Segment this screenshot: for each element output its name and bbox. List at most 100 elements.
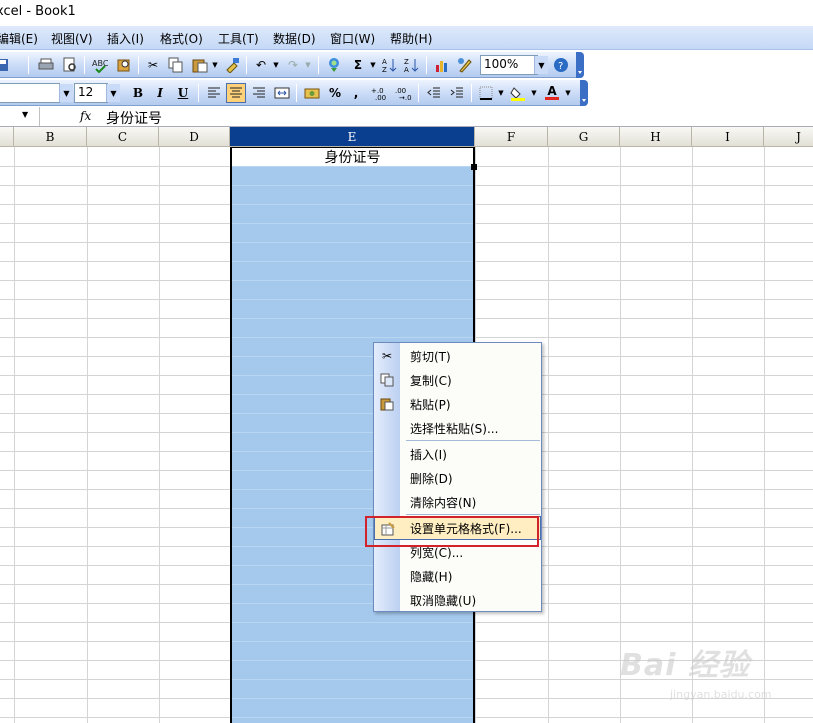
borders-icon[interactable] [476, 83, 496, 103]
paste-icon[interactable] [190, 55, 210, 75]
help-icon[interactable]: ? [551, 55, 571, 75]
column-header-a[interactable] [0, 127, 14, 147]
formula-input[interactable]: 身份证号 [106, 108, 162, 128]
menu-item-clear-contents[interactable]: 清除内容(N) [374, 490, 541, 514]
toolbar-options-icon[interactable] [580, 80, 588, 106]
redo-dropdown-icon: ▼ [305, 61, 311, 69]
undo-icon[interactable]: ↶ [251, 55, 271, 75]
column-header-b[interactable]: B [14, 127, 87, 147]
menu-insert[interactable]: 插入(I) [107, 30, 144, 47]
selected-column-row-line [232, 261, 473, 262]
active-cell-e1[interactable]: 身份证号 [232, 147, 473, 166]
chart-wizard-icon[interactable] [432, 55, 452, 75]
menu-item-unhide[interactable]: 取消隐藏(U) [374, 588, 541, 612]
decrease-decimal-icon[interactable]: .00 →.0 [394, 83, 414, 103]
column-header-h[interactable]: H [620, 127, 692, 147]
menu-item-cut[interactable]: ✂ 剪切(T) [374, 344, 541, 368]
font-size-dropdown-icon[interactable]: ▼ [106, 84, 120, 102]
menu-item-paste[interactable]: 粘贴(P) [374, 392, 541, 416]
print-icon[interactable] [36, 55, 56, 75]
column-header-i[interactable]: I [692, 127, 764, 147]
font-color-icon[interactable]: A [542, 83, 562, 103]
context-menu-separator [406, 514, 540, 515]
sort-descending-icon[interactable]: ZA [402, 55, 422, 75]
menu-item-hide[interactable]: 隐藏(H) [374, 564, 541, 588]
sort-ascending-icon[interactable]: AZ [380, 55, 400, 75]
spelling-icon[interactable]: ABC [90, 55, 110, 75]
column-header-j[interactable]: J [764, 127, 813, 147]
copy-icon[interactable] [166, 55, 186, 75]
zoom-combobox[interactable]: 100% [480, 55, 538, 75]
name-box-dropdown-icon[interactable]: ▼ [22, 110, 28, 119]
menu-item-paste-special[interactable]: 选择性粘贴(S)... [374, 416, 541, 440]
italic-button[interactable]: I [150, 83, 170, 103]
menu-item-copy[interactable]: 复制(C) [374, 368, 541, 392]
watermark-logo: Bai 经验 [620, 648, 750, 683]
selected-column-row-line [232, 337, 473, 338]
paste-dropdown-icon[interactable]: ▼ [211, 57, 219, 73]
menu-help[interactable]: 帮助(H) [390, 30, 432, 47]
currency-icon[interactable] [302, 83, 322, 103]
insert-function-icon[interactable]: fx [80, 109, 91, 123]
align-center-icon[interactable] [226, 83, 246, 103]
column-header-c[interactable]: C [87, 127, 159, 147]
menu-edit[interactable]: 编辑(E) [0, 30, 38, 47]
comma-style-button[interactable]: , [346, 83, 366, 103]
selected-column-row-line [232, 185, 473, 186]
font-color-dropdown-icon[interactable]: ▼ [564, 85, 572, 101]
format-painter-icon[interactable] [222, 55, 242, 75]
svg-text:A: A [382, 58, 387, 66]
menu-item-delete[interactable]: 删除(D) [374, 466, 541, 490]
name-box[interactable]: ▼ [0, 107, 40, 126]
fill-color-icon[interactable] [508, 83, 528, 103]
fill-handle[interactable] [471, 164, 477, 170]
percent-style-button[interactable]: % [325, 83, 345, 103]
menu-item-insert[interactable]: 插入(I) [374, 442, 541, 466]
menu-format[interactable]: 格式(O) [160, 30, 203, 47]
zoom-dropdown-icon[interactable]: ▼ [534, 56, 548, 74]
svg-text:Z: Z [404, 58, 409, 66]
selected-column-row-line [232, 299, 473, 300]
column-header-f[interactable]: F [475, 127, 548, 147]
fill-color-dropdown-icon[interactable]: ▼ [530, 85, 538, 101]
svg-text:Z: Z [382, 66, 387, 73]
menu-tools[interactable]: 工具(T) [218, 30, 259, 47]
increase-decimal-icon[interactable]: +.0.00 [370, 83, 390, 103]
font-size-combobox[interactable]: 12 [74, 83, 108, 103]
toolbar-options-icon[interactable] [576, 52, 584, 78]
menu-item-label: 插入(I) [410, 448, 447, 462]
drawing-icon[interactable] [455, 55, 475, 75]
undo-dropdown-icon[interactable]: ▼ [272, 57, 280, 73]
decrease-indent-icon[interactable] [424, 83, 444, 103]
save-icon[interactable] [0, 55, 12, 75]
cut-icon[interactable]: ✂ [143, 55, 163, 75]
underline-button[interactable]: U [173, 83, 193, 103]
menu-item-label: 选择性粘贴(S)... [410, 422, 499, 436]
toolbar-separator [28, 56, 29, 74]
menu-window[interactable]: 窗口(W) [330, 30, 375, 47]
selected-column-row-line [232, 698, 473, 699]
menu-data[interactable]: 数据(D) [273, 30, 316, 47]
merge-center-icon[interactable] [272, 83, 292, 103]
autosum-icon[interactable]: Σ [348, 55, 368, 75]
menu-item-label: 清除内容(N) [410, 496, 477, 510]
column-header-d[interactable]: D [159, 127, 230, 147]
font-name-combobox[interactable] [0, 83, 60, 103]
increase-indent-icon[interactable] [447, 83, 467, 103]
align-left-icon[interactable] [204, 83, 224, 103]
column-header-g[interactable]: G [548, 127, 620, 147]
menu-view[interactable]: 视图(V) [51, 30, 93, 47]
hyperlink-icon[interactable] [324, 55, 344, 75]
font-name-dropdown-icon[interactable]: ▼ [59, 84, 73, 102]
selected-column-row-line [232, 280, 473, 281]
column-header-e[interactable]: E [230, 127, 475, 147]
autosum-dropdown-icon[interactable]: ▼ [369, 57, 377, 73]
borders-dropdown-icon[interactable]: ▼ [497, 85, 505, 101]
selected-column-row-line [232, 318, 473, 319]
research-icon[interactable] [114, 55, 134, 75]
window-title: xcel - Book1 [0, 4, 76, 19]
bold-button[interactable]: B [128, 83, 148, 103]
print-preview-icon[interactable] [60, 55, 80, 75]
font-color-swatch [545, 97, 559, 100]
align-right-icon[interactable] [249, 83, 269, 103]
